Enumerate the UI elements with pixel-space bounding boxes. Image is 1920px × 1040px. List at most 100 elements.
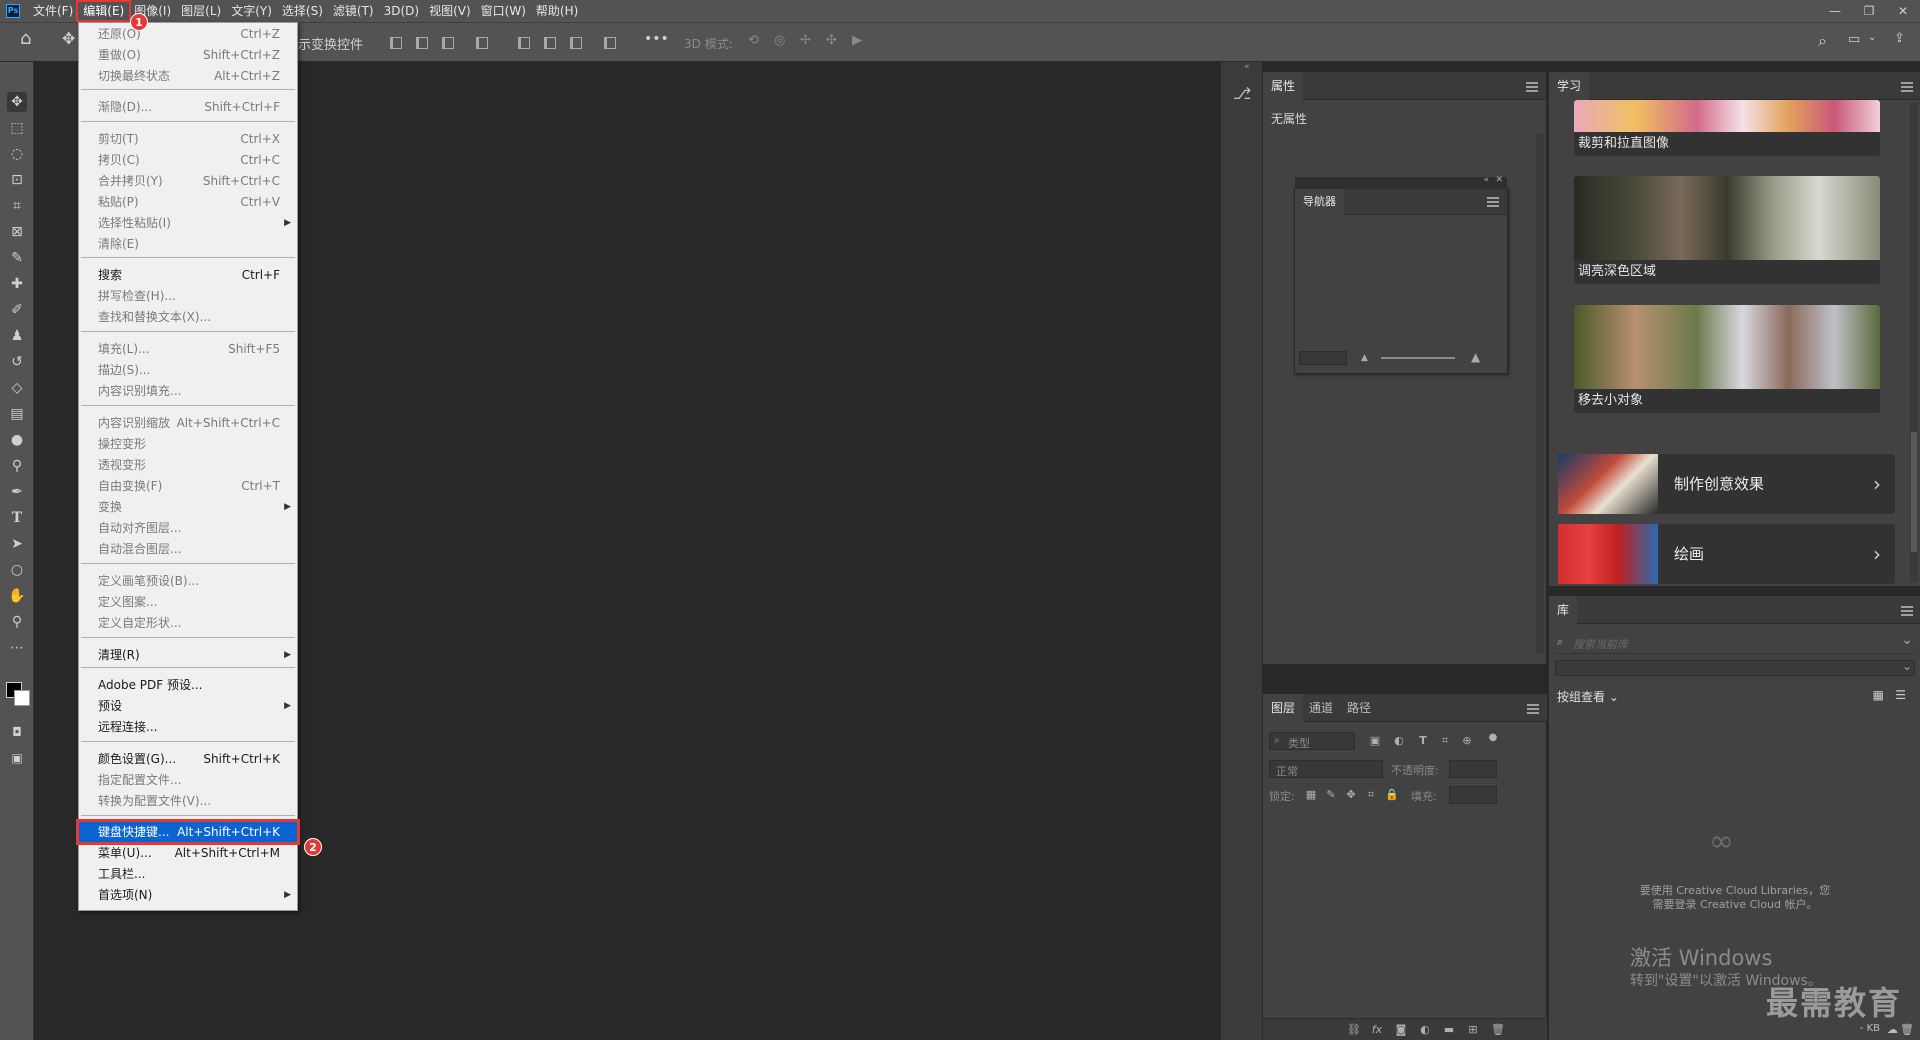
restore-button[interactable]: ❐ [1852, 0, 1886, 22]
lock-transparent-icon[interactable]: ▦ [1305, 789, 1317, 801]
3d-roll-icon[interactable]: ◎ [774, 33, 785, 48]
transform-controls-label[interactable]: 示变换控件 [298, 34, 363, 53]
library-search[interactable]: ⌕ 搜索当前库 ⌄ [1555, 632, 1915, 654]
lock-position-icon[interactable]: ✥ [1345, 789, 1357, 801]
collapse-arrows-icon[interactable]: « [1244, 62, 1250, 72]
add-mask-icon[interactable]: ◙ [1395, 1024, 1407, 1036]
lock-artboard-icon[interactable]: ⌗ [1365, 789, 1377, 801]
pen-tool-icon[interactable]: ✒ [7, 482, 27, 502]
menu-8[interactable]: 视图(V) [424, 2, 476, 20]
new-layer-icon[interactable]: ⊞ [1467, 1024, 1479, 1036]
ellipse-tool-icon[interactable]: ○ [7, 560, 27, 580]
align-top-icon[interactable] [518, 37, 530, 49]
learn-section-creative[interactable]: 制作创意效果 › [1558, 454, 1895, 514]
crop-tool-icon[interactable]: ⌗ [7, 196, 27, 216]
3d-slide-icon[interactable]: ✣ [826, 33, 837, 48]
navigator-panel[interactable]: « ✕ 导航器 ▲ ▲ [1294, 175, 1508, 374]
menu-3[interactable]: 图层(L) [176, 2, 226, 20]
object-select-tool-icon[interactable]: ⊡ [7, 170, 27, 190]
gradient-tool-icon[interactable]: ▤ [7, 404, 27, 424]
distribute-icon[interactable] [476, 37, 488, 49]
edit-menu-item[interactable]: 工具栏... [79, 864, 297, 884]
move-tool-icon[interactable]: ✥ [62, 29, 75, 48]
edit-menu-item[interactable]: 首选项(N) ▶ [79, 885, 297, 905]
adjustment-layer-icon[interactable]: ◐ [1419, 1024, 1431, 1036]
stamp-tool-icon[interactable]: ♟ [7, 326, 27, 346]
menu-9[interactable]: 窗口(W) [476, 2, 531, 20]
link-layers-icon[interactable]: ⛓ [1347, 1024, 1361, 1036]
frame-tool-icon[interactable]: ⊠ [7, 222, 27, 242]
path-select-icon[interactable]: ➤ [7, 534, 27, 554]
healing-brush-icon[interactable]: ✚ [7, 274, 27, 294]
edit-menu-item[interactable]: 预设 ▶ [79, 696, 297, 716]
lasso-tool-icon[interactable]: ◌ [7, 144, 27, 164]
edit-menu-item[interactable]: 远程连接... [79, 717, 297, 737]
tab-paths[interactable]: 路径 [1339, 694, 1379, 722]
brush-tool-icon[interactable]: ✐ [7, 300, 27, 320]
3d-orbit-icon[interactable]: ⟲ [748, 33, 759, 48]
distribute-v-icon[interactable] [604, 37, 616, 49]
trash-icon[interactable]: 🗑 [1491, 1024, 1505, 1036]
trash-icon[interactable]: 🗑 [1900, 1023, 1914, 1036]
scrollbar-thumb[interactable] [1911, 432, 1917, 552]
menu-5[interactable]: 选择(S) [277, 2, 328, 20]
menu-7[interactable]: 3D(D) [379, 2, 424, 20]
chevron-down-icon[interactable]: ⌄ [1901, 632, 1913, 648]
more-tools-icon[interactable]: ⋯ [7, 638, 27, 658]
type-filter-icon[interactable]: T [1417, 735, 1429, 747]
panel-menu-icon[interactable] [1901, 606, 1913, 616]
lock-all-icon[interactable]: 🔒 [1385, 789, 1399, 801]
learn-card-crop[interactable]: 裁剪和拉直图像 [1574, 100, 1880, 156]
edit-menu-item[interactable]: 颜色设置(G)... Shift+Ctrl+K [79, 749, 297, 769]
workspace-icon[interactable]: ▭ [1848, 32, 1860, 47]
blend-mode-select[interactable]: 正常 [1269, 760, 1383, 778]
zoom-field[interactable] [1299, 351, 1347, 365]
menu-4[interactable]: 文字(Y) [226, 2, 277, 20]
eraser-tool-icon[interactable]: ◇ [7, 378, 27, 398]
minimize-button[interactable]: — [1818, 0, 1852, 22]
lock-pixels-icon[interactable]: ✎ [1325, 789, 1337, 801]
fx-icon[interactable]: fx [1371, 1024, 1383, 1036]
edit-menu-item[interactable]: 键盘快捷键... Alt+Shift+Ctrl+K [76, 819, 300, 845]
more-options-button[interactable]: ••• [644, 31, 669, 47]
layer-filter-select[interactable]: ⌕ 类型 [1269, 732, 1355, 750]
dodge-tool-icon[interactable]: ⚲ [7, 456, 27, 476]
marquee-tool-icon[interactable]: ⬚ [7, 118, 27, 138]
move-tool-icon[interactable]: ✥ [7, 92, 27, 112]
tab-learn[interactable]: 学习 [1549, 72, 1590, 100]
3d-scale-icon[interactable]: ▶ [852, 33, 862, 48]
scrollbar[interactable] [1536, 134, 1544, 654]
align-middle-v-icon[interactable] [544, 37, 556, 49]
edit-menu-item[interactable]: 清理(R) ▶ [79, 645, 297, 665]
history-brush-icon[interactable]: ↺ [7, 352, 27, 372]
learn-card-brighten[interactable]: 调亮深色区域 [1574, 176, 1880, 284]
tab-channels[interactable]: 通道 [1301, 694, 1341, 722]
image-filter-icon[interactable]: ▣ [1369, 735, 1381, 747]
background-color-swatch[interactable] [14, 690, 30, 706]
filter-toggle-icon[interactable]: ● [1487, 732, 1499, 744]
library-select[interactable]: ⌄ [1555, 659, 1915, 676]
tab-properties[interactable]: 属性 [1263, 72, 1304, 100]
menu-6[interactable]: 滤镜(T) [328, 2, 379, 20]
zoom-in-icon[interactable]: ▲ [1471, 350, 1480, 364]
home-icon[interactable]: ⌂ [20, 28, 31, 49]
fill-field[interactable] [1449, 786, 1497, 804]
learn-card-remove[interactable]: 移去小对象 [1574, 305, 1880, 413]
panel-menu-icon[interactable] [1487, 197, 1499, 207]
close-icon[interactable]: ✕ [1495, 175, 1503, 185]
group-view-dropdown[interactable]: 按组查看 ⌄ [1557, 688, 1619, 705]
quick-mask-icon[interactable]: ◘ [7, 722, 27, 742]
type-tool-icon[interactable]: T [7, 508, 27, 528]
smart-object-filter-icon[interactable]: ⊕ [1461, 735, 1473, 747]
learn-section-painting[interactable]: 绘画 › [1558, 524, 1895, 584]
adjustment-filter-icon[interactable]: ◐ [1393, 735, 1405, 747]
zoom-out-icon[interactable]: ▲ [1361, 353, 1368, 363]
tab-libraries[interactable]: 库 [1549, 596, 1578, 624]
grid-view-icon[interactable]: ▦ [1873, 688, 1884, 702]
tab-navigator[interactable]: 导航器 [1295, 189, 1344, 215]
search-icon[interactable]: ⌕ [1818, 31, 1827, 51]
edit-menu-item[interactable]: 搜索 Ctrl+F [79, 265, 297, 285]
align-center-h-icon[interactable] [416, 37, 428, 49]
list-view-icon[interactable]: ☰ [1895, 688, 1906, 702]
screen-mode-icon[interactable]: ▣ [7, 748, 27, 768]
